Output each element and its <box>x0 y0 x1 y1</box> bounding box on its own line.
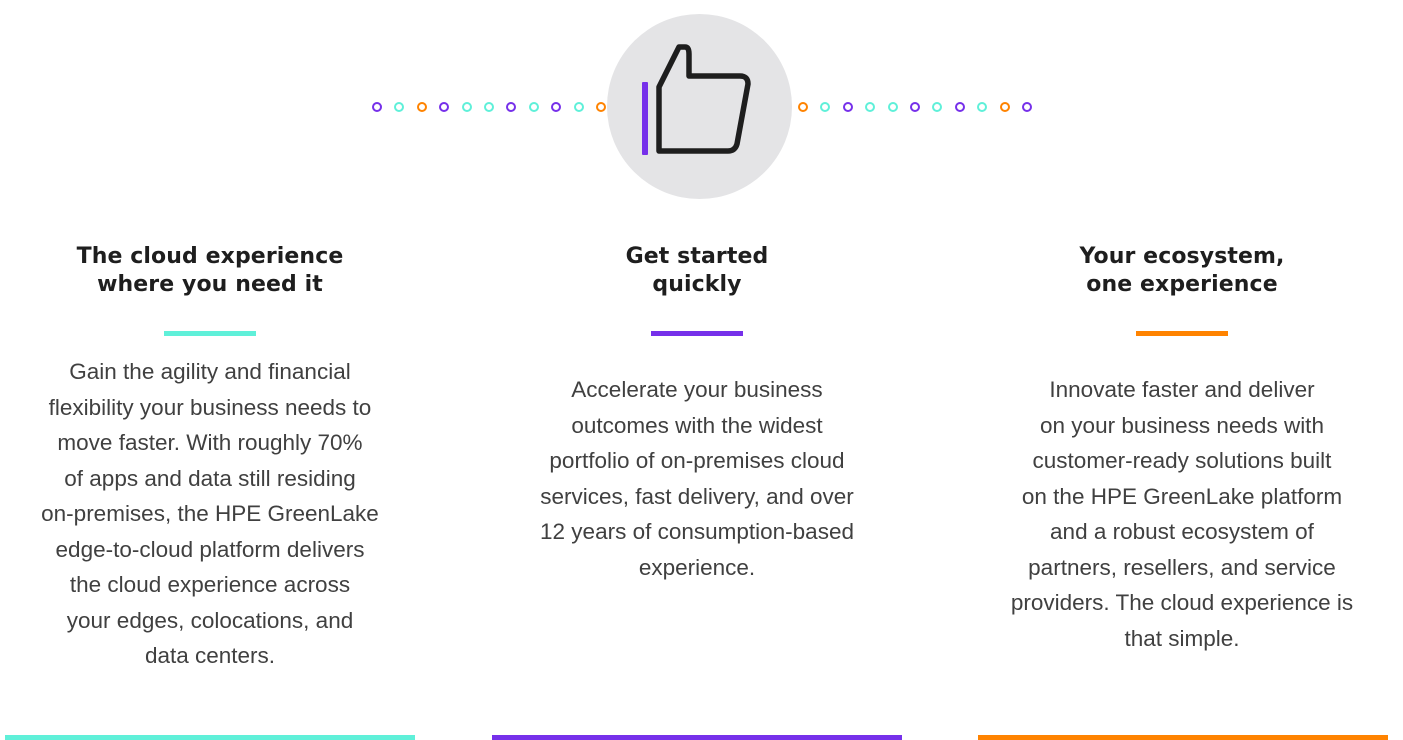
description-line: edge-to-cloud platform delivers <box>55 536 365 562</box>
decorative-dot <box>528 102 539 112</box>
description-line: flexibility your business needs to <box>48 394 372 420</box>
feature-title-line: Your ecosystem, <box>1079 244 1285 269</box>
feature-title-line: quickly <box>652 272 742 297</box>
description-line: data centers. <box>144 643 276 668</box>
decorative-dot <box>551 102 562 112</box>
description-line: Innovate faster and deliver <box>1049 377 1315 402</box>
decorative-dot <box>932 102 943 112</box>
accent-divider <box>651 331 743 336</box>
description-line: Gain the agility and financial <box>69 359 351 384</box>
decorative-dot <box>416 102 427 112</box>
description-line: outcomes with the widest <box>571 412 823 438</box>
description-line: that simple. <box>1124 625 1240 651</box>
thumbs-up-outline <box>656 44 751 154</box>
decorative-dot <box>506 102 517 112</box>
description-line: experience. <box>638 554 756 580</box>
description-line: on-premises, the HPE GreenLake <box>41 501 379 526</box>
decorative-dot <box>394 102 405 112</box>
feature-column-ecosystem: Your ecosystem, one experience Innovate … <box>972 243 1392 651</box>
feature-title-line: where you need it <box>97 272 323 297</box>
bottom-accent-bar-purple <box>492 735 902 740</box>
decorative-dot <box>439 102 450 112</box>
decorative-dot <box>842 102 853 112</box>
decorative-dot <box>372 102 382 112</box>
thumbs-up-cuff <box>642 82 648 155</box>
decorative-dot <box>573 102 584 112</box>
feature-title: The cloud experience where you need it <box>0 243 420 299</box>
description-line: customer-ready solutions built <box>1032 448 1332 473</box>
feature-column-cloud-experience: The cloud experience where you need it G… <box>0 243 420 668</box>
description-line: Accelerate your business <box>571 377 823 402</box>
decorative-dot <box>865 102 876 112</box>
feature-title-line: Get started <box>625 244 769 269</box>
description-line: move faster. With roughly 70% <box>57 430 363 455</box>
description-line: partners, resellers, and service <box>1028 554 1336 580</box>
description-line: and a robust ecosystem of <box>1050 519 1314 544</box>
feature-title-line: The cloud experience <box>76 244 344 269</box>
hero-banner <box>0 0 1403 200</box>
bottom-accent-bar-orange <box>978 735 1388 740</box>
thumbs-up-icon <box>642 44 751 155</box>
decorative-dot <box>954 102 965 112</box>
description-line: of apps and data still residing <box>64 465 356 491</box>
decorative-dot <box>595 102 606 112</box>
decorative-dot <box>999 102 1010 112</box>
feature-description: Innovate faster and deliver on your busi… <box>972 372 1392 656</box>
feature-title: Your ecosystem, one experience <box>972 243 1392 299</box>
description-line: on the HPE GreenLake platform <box>1021 483 1343 509</box>
description-line: on your business needs with <box>1040 412 1324 438</box>
bottom-accent-bar-teal <box>5 735 415 740</box>
description-line: your edges, colocations, and <box>66 607 354 633</box>
decorative-dot <box>1021 102 1032 112</box>
description-line: providers. The cloud experience is <box>1010 590 1354 615</box>
decorative-dot <box>909 102 920 112</box>
decorative-dot <box>820 102 831 112</box>
decorative-dot <box>461 102 472 112</box>
accent-divider <box>1136 331 1228 336</box>
left-dot-row <box>372 102 606 112</box>
icon-circle <box>607 14 792 199</box>
description-line: services, fast delivery, and over <box>540 483 854 509</box>
accent-divider <box>164 331 256 336</box>
feature-description: Gain the agility and financial flexibili… <box>0 354 420 674</box>
decorative-dot <box>798 102 808 112</box>
feature-title-line: one experience <box>1086 272 1278 297</box>
feature-description: Accelerate your business outcomes with t… <box>487 372 907 585</box>
description-line: portfolio of on-premises cloud <box>549 448 845 473</box>
feature-column-get-started: Get started quickly Accelerate your busi… <box>487 243 907 580</box>
description-line: the cloud experience across <box>69 572 351 597</box>
description-line: 12 years of consumption-based <box>540 519 854 544</box>
decorative-dot <box>887 102 898 112</box>
feature-title: Get started quickly <box>487 243 907 299</box>
decorative-dot <box>483 102 494 112</box>
right-dot-row <box>798 102 1032 112</box>
decorative-dot <box>977 102 988 112</box>
